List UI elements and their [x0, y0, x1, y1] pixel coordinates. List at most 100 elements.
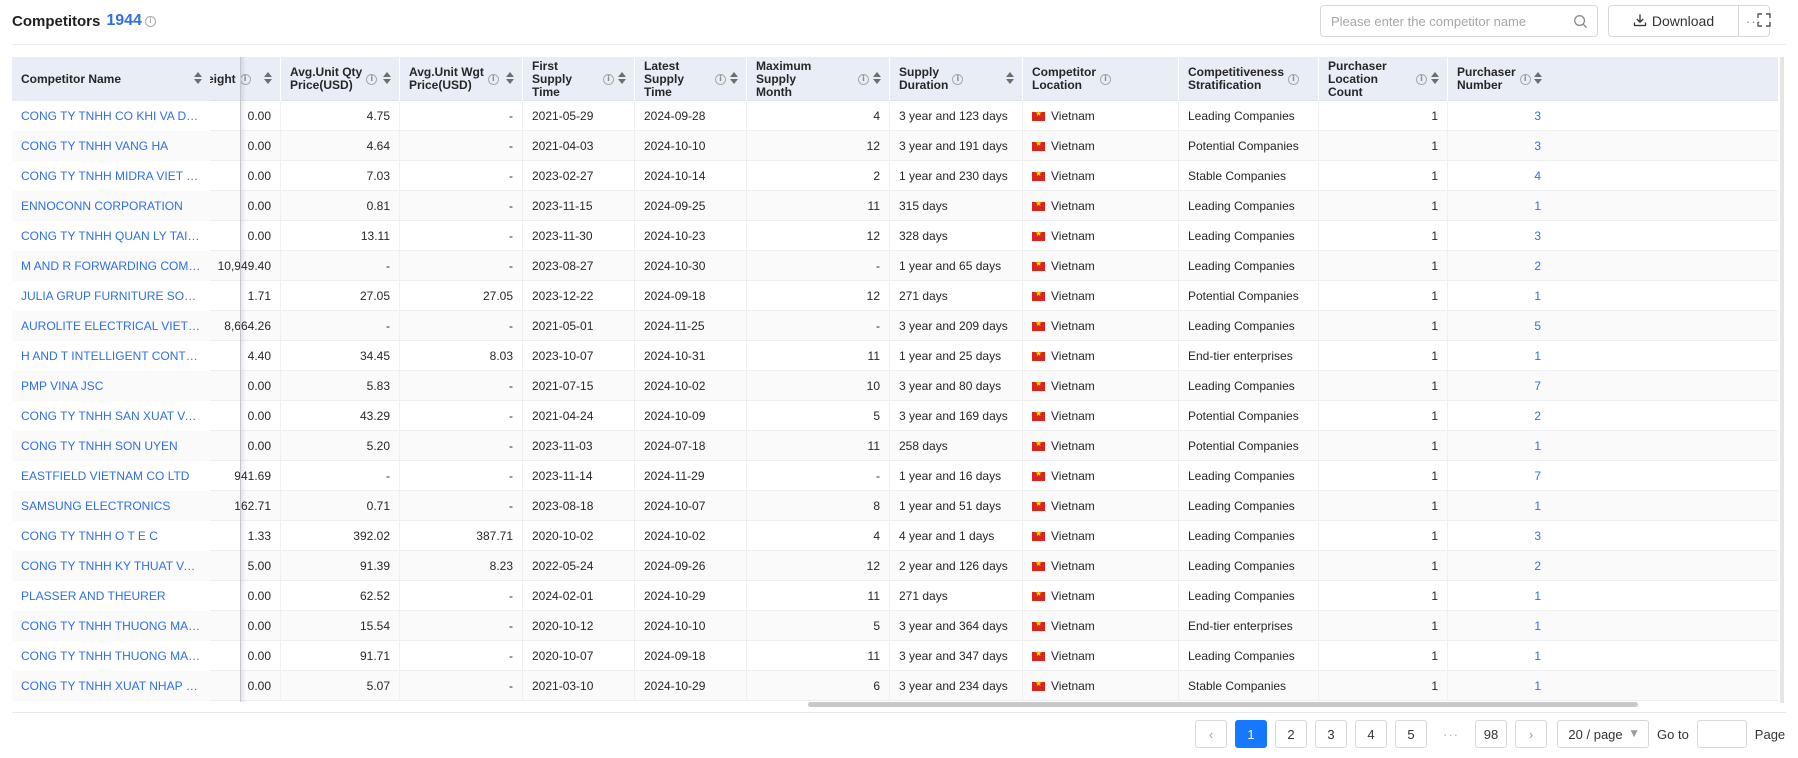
cell-purchaser-number[interactable]: 4: [1447, 161, 1550, 191]
sort-icon[interactable]: [506, 72, 514, 84]
cell-purchaser-number[interactable]: 3: [1447, 101, 1550, 131]
page-button-5[interactable]: 5: [1395, 720, 1427, 748]
cell-purchaser-number[interactable]: 7: [1447, 461, 1550, 491]
cell-competitor-name[interactable]: CONG TY TNHH VANG HA: [12, 131, 210, 161]
page-button-2[interactable]: 2: [1275, 720, 1307, 748]
info-icon[interactable]: i: [1288, 73, 1300, 85]
search-icon[interactable]: [1573, 14, 1588, 32]
competitor-name-link[interactable]: M AND R FORWARDING COMPANY LI...: [21, 259, 201, 273]
info-icon[interactable]: i: [858, 73, 869, 85]
competitor-name-link[interactable]: CONG TY TNHH VANG HA: [21, 139, 201, 153]
competitor-name-link[interactable]: CONG TY TNHH CO KHI VA DICH VU ...: [21, 109, 201, 123]
cell-competitor-name[interactable]: CONG TY TNHH MIDRA VIET NAM: [12, 161, 210, 191]
competitor-name-link[interactable]: PMP VINA JSC: [21, 379, 201, 393]
col-header-competitiveness-stratification[interactable]: Competitiveness Stratification i: [1178, 57, 1318, 101]
competitor-name-link[interactable]: H AND T INTELLIGENT CONTROL INT...: [21, 349, 201, 363]
competitor-name-link[interactable]: CONG TY TNHH THUONG MAI DICH V...: [21, 649, 201, 663]
cell-competitor-name[interactable]: M AND R FORWARDING COMPANY LI...: [12, 251, 210, 281]
cell-competitor-name[interactable]: SAMSUNG ELECTRONICS: [12, 491, 210, 521]
competitor-name-link[interactable]: SAMSUNG ELECTRONICS: [21, 499, 201, 513]
cell-competitor-name[interactable]: CONG TY TNHH THUONG MAI XUAT ...: [12, 611, 210, 641]
cell-purchaser-number[interactable]: 1: [1447, 671, 1550, 701]
col-header-competitor-location[interactable]: Competitor Location i: [1022, 57, 1178, 101]
competitor-name-link[interactable]: CONG TY TNHH THUONG MAI XUAT ...: [21, 619, 201, 633]
cell-purchaser-number[interactable]: 1: [1447, 341, 1550, 371]
info-icon[interactable]: i: [715, 73, 726, 85]
prev-page-button[interactable]: ‹: [1195, 720, 1227, 748]
page-button-3[interactable]: 3: [1315, 720, 1347, 748]
col-header-max-supply-month[interactable]: Maximum Supply Month i: [746, 57, 889, 101]
competitor-name-link[interactable]: EASTFIELD VIETNAM CO LTD: [21, 469, 201, 483]
col-header-latest-supply-time[interactable]: Latest Supply Time i: [634, 57, 746, 101]
info-icon[interactable]: i: [1100, 73, 1111, 85]
next-page-button[interactable]: ›: [1515, 720, 1547, 748]
cell-purchaser-number[interactable]: 1: [1447, 431, 1550, 461]
cell-purchaser-number[interactable]: 1: [1447, 491, 1550, 521]
search-input[interactable]: [1331, 12, 1561, 30]
col-header-avg-unit-wgt-price[interactable]: Avg.Unit Wgt Price(USD) i: [399, 57, 522, 101]
page-button-last[interactable]: 98: [1475, 720, 1507, 748]
page-jump-more[interactable]: ···: [1435, 720, 1467, 748]
sort-icon[interactable]: [1431, 72, 1439, 84]
cell-purchaser-number[interactable]: 2: [1447, 251, 1550, 281]
cell-purchaser-number[interactable]: 1: [1447, 281, 1550, 311]
page-button-4[interactable]: 4: [1355, 720, 1387, 748]
info-icon[interactable]: i: [1519, 73, 1531, 85]
info-icon[interactable]: i: [603, 73, 614, 85]
cell-competitor-name[interactable]: JULIA GRUP FURNITURE SOLUTIONS ...: [12, 281, 210, 311]
cell-purchaser-number[interactable]: 3: [1447, 221, 1550, 251]
competitor-name-link[interactable]: ENNOCONN CORPORATION: [21, 199, 201, 213]
cell-competitor-name[interactable]: EASTFIELD VIETNAM CO LTD: [12, 461, 210, 491]
cell-competitor-name[interactable]: CONG TY TNHH QUAN LY TAI SAN TA...: [12, 221, 210, 251]
cell-competitor-name[interactable]: CONG TY TNHH SON UYEN: [12, 431, 210, 461]
cell-purchaser-number[interactable]: 2: [1447, 551, 1550, 581]
competitor-name-link[interactable]: AUROLITE ELECTRICAL VIETNAM CO ...: [21, 319, 201, 333]
cell-purchaser-number[interactable]: 1: [1447, 611, 1550, 641]
cell-purchaser-number[interactable]: 1: [1447, 641, 1550, 671]
cell-purchaser-number[interactable]: 7: [1447, 371, 1550, 401]
info-icon[interactable]: i: [144, 15, 156, 27]
cell-competitor-name[interactable]: CONG TY TNHH CO KHI VA DICH VU ...: [12, 101, 210, 131]
sort-icon[interactable]: [194, 72, 202, 84]
col-header-purchaser-location-count[interactable]: Purchaser Location Count i: [1318, 57, 1447, 101]
col-header-supply-duration[interactable]: Supply Duration i: [889, 57, 1022, 101]
fullscreen-icon[interactable]: [1756, 12, 1772, 31]
goto-page-input[interactable]: [1696, 720, 1747, 748]
competitor-name-link[interactable]: JULIA GRUP FURNITURE SOLUTIONS ...: [21, 289, 201, 303]
competitor-name-link[interactable]: CONG TY TNHH O T E C: [21, 529, 201, 543]
info-icon[interactable]: i: [239, 73, 251, 85]
cell-competitor-name[interactable]: ENNOCONN CORPORATION: [12, 191, 210, 221]
sort-icon[interactable]: [730, 72, 738, 84]
sort-icon[interactable]: [264, 72, 272, 84]
cell-competitor-name[interactable]: PLASSER AND THEURER: [12, 581, 210, 611]
competitor-name-link[interactable]: CONG TY TNHH QUAN LY TAI SAN TA...: [21, 229, 201, 243]
competitor-name-link[interactable]: CONG TY TNHH SON UYEN: [21, 439, 201, 453]
page-size-select[interactable]: 20 / page ▼: [1557, 720, 1649, 748]
cell-competitor-name[interactable]: CONG TY TNHH XUAT NHAP KHAU T...: [12, 671, 210, 701]
cell-purchaser-number[interactable]: 3: [1447, 131, 1550, 161]
competitor-name-link[interactable]: PLASSER AND THEURER: [21, 589, 201, 603]
sort-icon[interactable]: [1534, 72, 1542, 84]
cell-purchaser-number[interactable]: 3: [1447, 521, 1550, 551]
info-icon[interactable]: i: [366, 73, 378, 85]
info-icon[interactable]: i: [952, 73, 964, 85]
col-header-purchaser-number[interactable]: Purchaser Number i: [1447, 57, 1550, 101]
info-icon[interactable]: i: [1416, 73, 1427, 85]
sort-icon[interactable]: [618, 72, 626, 84]
cell-purchaser-number[interactable]: 2: [1447, 401, 1550, 431]
page-button-1[interactable]: 1: [1235, 720, 1267, 748]
col-header-avg-unit-qty-price[interactable]: Avg.Unit Qty Price(USD) i: [280, 57, 399, 101]
horizontal-scrollbar[interactable]: [808, 702, 1638, 707]
cell-purchaser-number[interactable]: 1: [1447, 191, 1550, 221]
sort-icon[interactable]: [1006, 72, 1014, 84]
sort-icon[interactable]: [383, 72, 391, 84]
col-header-weight[interactable]: eight i: [202, 57, 280, 101]
download-button[interactable]: Download: [1609, 6, 1739, 36]
col-header-first-supply-time[interactable]: First Supply Time i: [522, 57, 634, 101]
cell-competitor-name[interactable]: PMP VINA JSC: [12, 371, 210, 401]
competitor-name-link[interactable]: CONG TY TNHH KY THUAT VA XAY D...: [21, 559, 201, 573]
cell-purchaser-number[interactable]: 1: [1447, 581, 1550, 611]
cell-competitor-name[interactable]: CONG TY TNHH O T E C: [12, 521, 210, 551]
info-icon[interactable]: i: [487, 73, 499, 85]
sort-icon[interactable]: [873, 72, 881, 84]
